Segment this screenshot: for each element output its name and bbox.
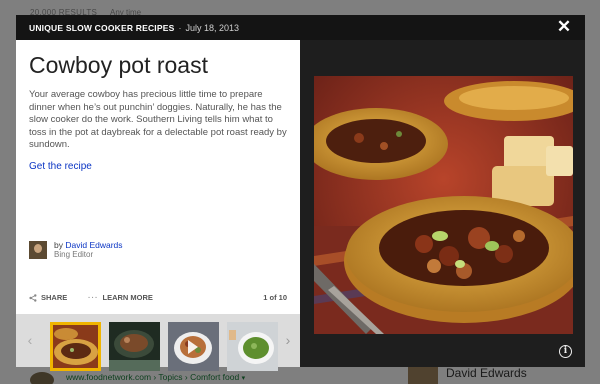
caption-panel: Cowboy pot roast Your average cowboy has… <box>16 40 300 371</box>
thumbnail-image <box>168 322 219 371</box>
share-label: SHARE <box>41 293 68 302</box>
chevron-left-icon[interactable]: ‹ <box>22 332 38 348</box>
thumbnail-4[interactable] <box>227 322 278 371</box>
slide-counter: 1 of 10 <box>263 293 287 302</box>
thumbnail-image <box>50 322 101 371</box>
filmstrip: ‹ › <box>16 314 300 371</box>
thumbnail-image <box>109 322 160 371</box>
info-icon[interactable]: i <box>559 345 572 358</box>
author-byline: by David Edwards <box>54 240 123 250</box>
learn-more-button[interactable]: ··· LEARN MORE <box>88 293 153 302</box>
slide-photo <box>314 76 573 334</box>
slideshow-date: July 18, 2013 <box>185 22 240 33</box>
more-dots-icon: ··· <box>88 293 99 302</box>
avatar <box>29 241 47 259</box>
learn-more-label: LEARN MORE <box>102 293 153 302</box>
chevron-right-icon[interactable]: › <box>280 332 296 348</box>
slide-title: Cowboy pot roast <box>29 52 208 78</box>
thumbnail-image <box>227 322 278 371</box>
pot-roast-photo <box>314 76 573 334</box>
thumbnail-3[interactable] <box>168 322 219 371</box>
slideshow-source[interactable]: UNIQUE SLOW COOKER RECIPES <box>29 23 174 33</box>
share-button[interactable]: SHARE <box>29 293 67 302</box>
slideshow-modal: UNIQUE SLOW COOKER RECIPES · July 18, 20… <box>16 15 585 371</box>
thumbnail-1[interactable] <box>50 322 101 371</box>
header-separator: · <box>178 22 182 33</box>
author-role: Bing Editor <box>54 250 94 259</box>
share-icon <box>29 293 37 302</box>
close-icon[interactable]: ✕ <box>555 18 573 36</box>
author-by-label: by <box>54 240 63 250</box>
slide-description: Your average cowboy has precious little … <box>29 89 287 150</box>
modal-header: UNIQUE SLOW COOKER RECIPES · July 18, 20… <box>16 15 585 40</box>
thumbnail-2[interactable] <box>109 322 160 371</box>
author-name-link[interactable]: David Edwards <box>65 240 122 250</box>
get-recipe-link[interactable]: Get the recipe <box>29 161 92 172</box>
